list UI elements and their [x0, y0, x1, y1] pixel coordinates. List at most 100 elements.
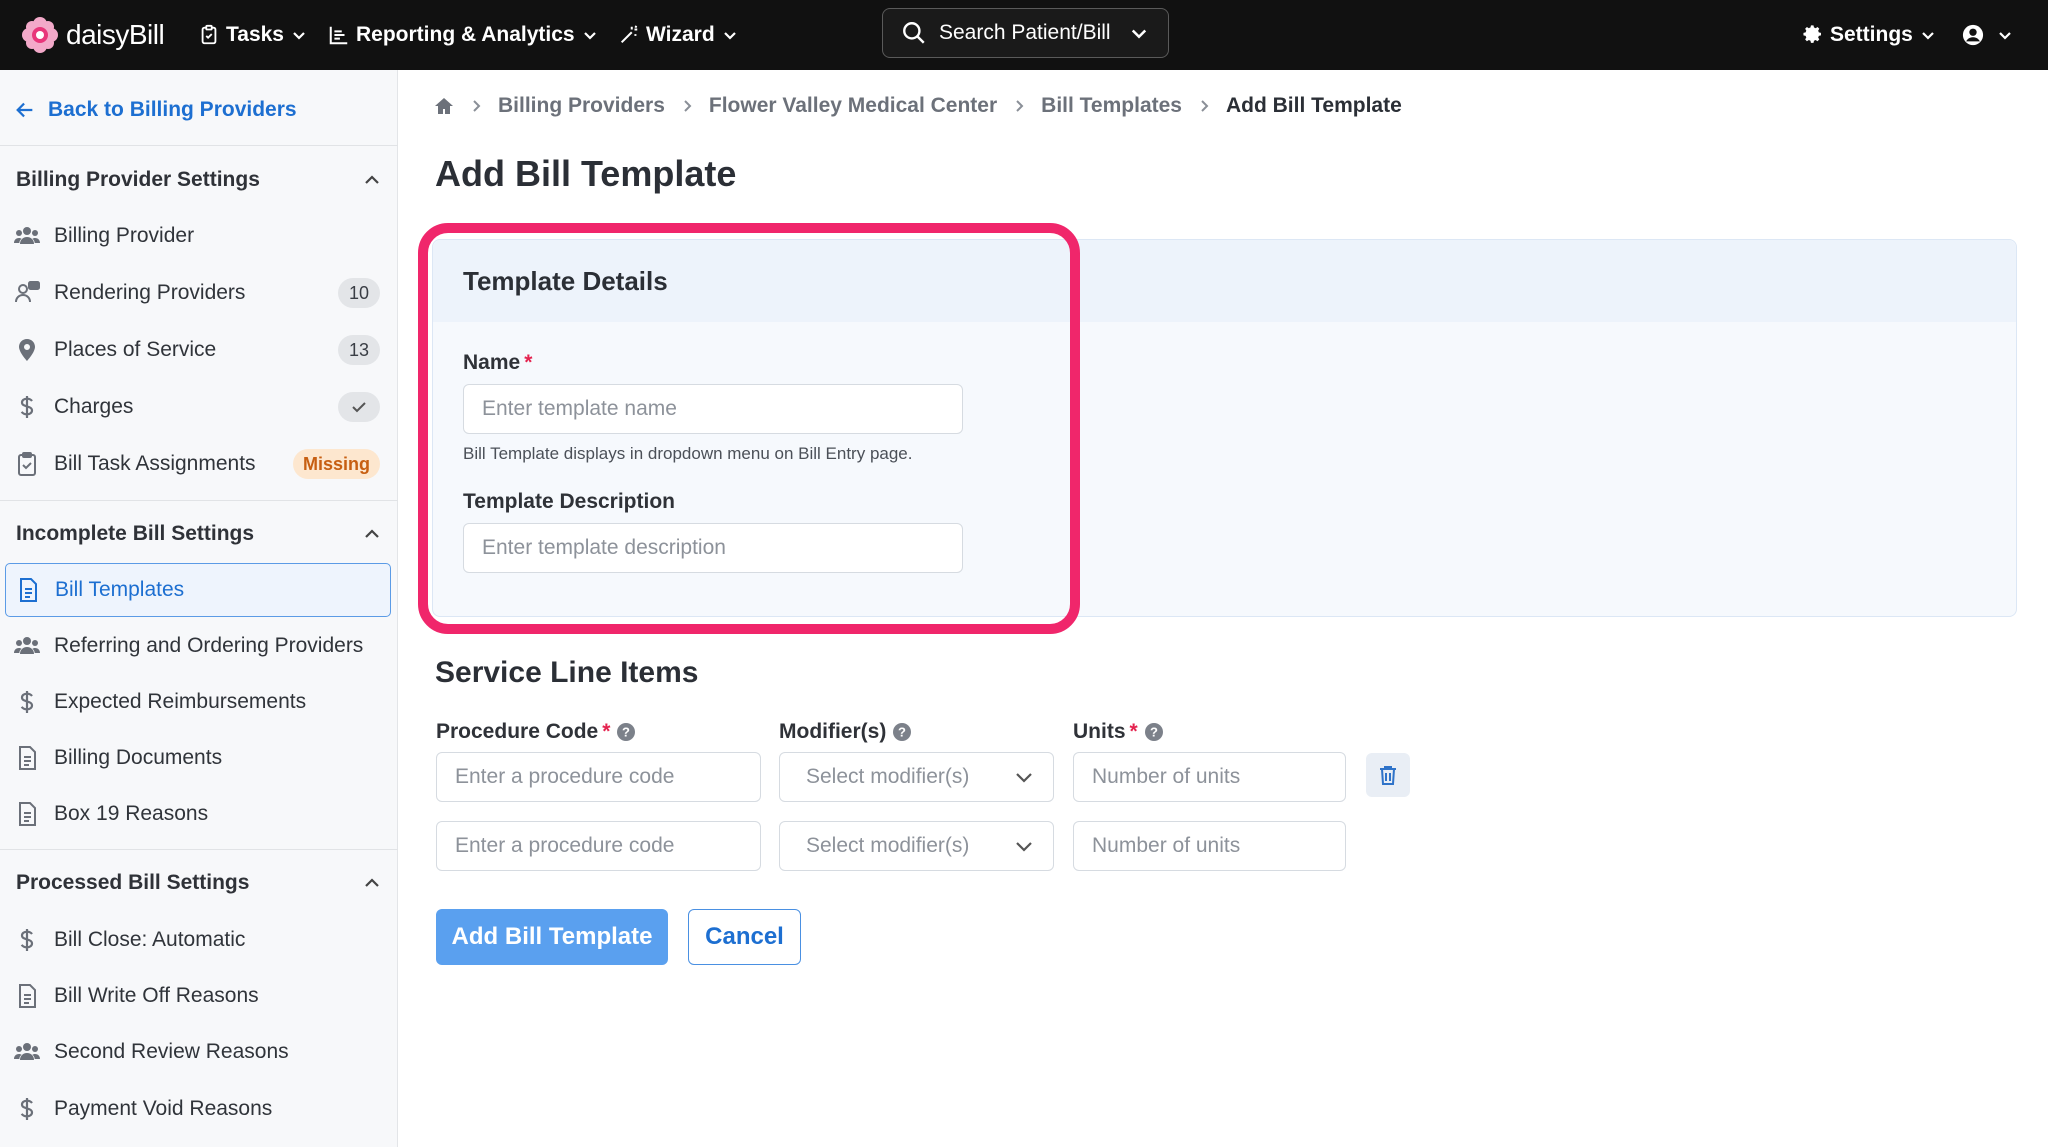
- chevron-up-icon: [365, 878, 379, 887]
- sidebar-item-label: Expected Reimbursements: [54, 690, 307, 713]
- nav-tasks-label: Tasks: [226, 23, 284, 46]
- chevron-down-icon: [1016, 842, 1032, 852]
- breadcrumb-provider-name[interactable]: Flower Valley Medical Center: [709, 94, 997, 118]
- svg-text:?: ?: [898, 725, 906, 740]
- clipboard-check-icon: [12, 449, 42, 479]
- divider: [0, 849, 398, 850]
- dollar-icon: [12, 1094, 42, 1124]
- sidebar-item-bill-task-assignments[interactable]: Bill Task Assignments Missing: [12, 444, 382, 484]
- sidebar-item-rendering-providers[interactable]: Rendering Providers 10: [12, 273, 382, 313]
- chevron-right-icon: [473, 100, 481, 112]
- sidebar-item-bill-write-off-reasons[interactable]: Bill Write Off Reasons: [12, 976, 382, 1016]
- document-icon: [12, 981, 42, 1011]
- nav-tasks[interactable]: Tasks: [198, 18, 307, 52]
- required-asterisk: *: [602, 720, 611, 743]
- document-icon: [12, 743, 42, 773]
- section-title: Incomplete Bill Settings: [16, 522, 255, 545]
- procedure-code-input[interactable]: Enter a procedure code: [436, 752, 761, 802]
- sidebar-item-bill-templates[interactable]: Bill Templates: [5, 563, 391, 617]
- svg-text:?: ?: [1150, 725, 1158, 740]
- nav-settings-label: Settings: [1830, 23, 1913, 46]
- sidebar-item-places-of-service[interactable]: Places of Service 13: [12, 330, 382, 370]
- check-icon: [352, 402, 366, 413]
- gear-icon: [1803, 25, 1821, 43]
- map-pin-icon: [12, 335, 42, 365]
- procedure-code-header: Procedure Code * ?: [436, 720, 636, 744]
- required-asterisk: *: [1129, 720, 1138, 743]
- breadcrumb-bill-templates[interactable]: Bill Templates: [1041, 94, 1182, 118]
- service-line-items-title: Service Line Items: [435, 656, 699, 689]
- sidebar-item-expected-reimbursements[interactable]: Expected Reimbursements: [12, 682, 382, 722]
- breadcrumb-billing-providers[interactable]: Billing Providers: [498, 94, 665, 118]
- sidebar-item-second-review-reasons[interactable]: Second Review Reasons: [12, 1032, 382, 1072]
- arrow-left-icon: [16, 102, 33, 118]
- home-icon[interactable]: [434, 96, 454, 116]
- sidebar-item-referring-ordering-providers[interactable]: Referring and Ordering Providers: [12, 626, 382, 666]
- units-label: Units: [1073, 720, 1126, 743]
- chevron-down-icon: [1131, 29, 1146, 39]
- sidebar-item-label: Bill Templates: [55, 578, 185, 601]
- nav-settings[interactable]: Settings: [1802, 18, 1936, 52]
- sidebar-item-label: Box 19 Reasons: [54, 802, 209, 825]
- back-to-billing-providers-link[interactable]: Back to Billing Providers: [14, 98, 297, 122]
- user-chat-icon: [12, 278, 42, 308]
- logo-text: daisyBill: [66, 19, 165, 50]
- top-navigation-bar: daisyBill Tasks Reporting & Analytics Wi…: [0, 0, 2048, 70]
- sidebar-item-label: Bill Write Off Reasons: [54, 984, 259, 1007]
- account-menu[interactable]: [1962, 18, 2013, 52]
- trash-icon: [1380, 766, 1396, 785]
- procedure-code-label: Procedure Code: [436, 720, 599, 743]
- units-input[interactable]: Number of units: [1073, 821, 1346, 871]
- procedure-code-input[interactable]: Enter a procedure code: [436, 821, 761, 871]
- chevron-up-icon: [365, 175, 379, 184]
- nav-wizard[interactable]: Wizard: [618, 18, 738, 52]
- sidebar-item-label: Bill Close: Automatic: [54, 928, 246, 951]
- sidebar-item-label: Payment Void Reasons: [54, 1097, 273, 1120]
- modifier-select[interactable]: Select modifier(s): [779, 821, 1054, 871]
- sidebar-item-label: Rendering Providers: [54, 281, 246, 304]
- modifier-select[interactable]: Select modifier(s): [779, 752, 1054, 802]
- bar-chart-icon: [329, 26, 348, 45]
- nav-reporting-analytics[interactable]: Reporting & Analytics: [328, 18, 598, 52]
- dollar-icon: [12, 925, 42, 955]
- help-circle-icon[interactable]: ?: [892, 722, 912, 742]
- search-label: Search Patient/Bill: [939, 21, 1111, 44]
- section-billing-provider-settings[interactable]: Billing Provider Settings: [16, 165, 382, 195]
- sidebar-item-bill-close-automatic[interactable]: Bill Close: Automatic: [12, 920, 382, 960]
- sidebar-item-charges[interactable]: Charges: [12, 387, 382, 427]
- daisy-flower-icon: [22, 17, 58, 53]
- users-icon: [12, 631, 42, 661]
- sidebar-item-box-19-reasons[interactable]: Box 19 Reasons: [12, 794, 382, 834]
- help-circle-icon[interactable]: ?: [616, 722, 636, 742]
- add-bill-template-button[interactable]: Add Bill Template: [436, 909, 668, 965]
- modifiers-label: Modifier(s): [779, 720, 887, 743]
- section-incomplete-bill-settings[interactable]: Incomplete Bill Settings: [16, 519, 382, 549]
- dollar-icon: [12, 687, 42, 717]
- search-patient-bill[interactable]: Search Patient/Bill: [882, 8, 1169, 58]
- section-title: Billing Provider Settings: [16, 168, 260, 191]
- chevron-down-icon: [1922, 32, 1934, 40]
- sidebar-item-billing-documents[interactable]: Billing Documents: [12, 738, 382, 778]
- magic-wand-icon: [620, 25, 638, 44]
- help-circle-icon[interactable]: ?: [1144, 722, 1164, 742]
- chevron-right-icon: [684, 100, 692, 112]
- clipboard-check-icon: [201, 24, 217, 45]
- dollar-icon: [12, 392, 42, 422]
- daisybill-logo[interactable]: daisyBill: [22, 16, 165, 54]
- users-icon: [12, 221, 42, 251]
- sidebar-item-label: Referring and Ordering Providers: [54, 634, 364, 657]
- sidebar-item-payment-void-reasons[interactable]: Payment Void Reasons: [12, 1089, 382, 1129]
- count-badge: 10: [338, 278, 380, 308]
- sidebar-item-label: Places of Service: [54, 338, 217, 361]
- cancel-button[interactable]: Cancel: [688, 909, 801, 965]
- units-input[interactable]: Number of units: [1073, 752, 1346, 802]
- breadcrumb: Billing Providers Flower Valley Medical …: [434, 92, 1402, 120]
- document-icon: [13, 575, 43, 605]
- missing-badge: Missing: [292, 449, 380, 479]
- section-processed-bill-settings[interactable]: Processed Bill Settings: [16, 868, 382, 898]
- sidebar-item-billing-provider[interactable]: Billing Provider: [12, 216, 382, 256]
- breadcrumb-current: Add Bill Template: [1225, 94, 1402, 117]
- chevron-down-icon: [1016, 773, 1032, 783]
- delete-row-button[interactable]: [1366, 753, 1410, 797]
- divider: [0, 145, 398, 146]
